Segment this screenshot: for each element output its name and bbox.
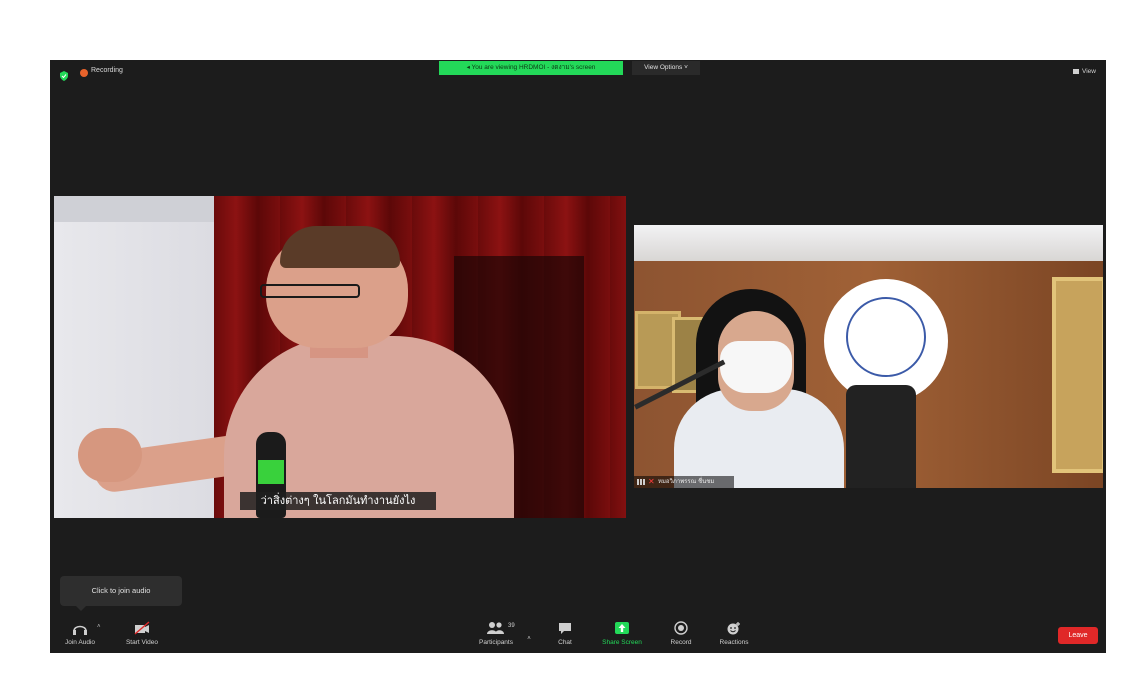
- join-audio-label: Join Audio: [65, 639, 95, 646]
- chat-label: Chat: [558, 639, 572, 646]
- office-chair: [846, 385, 916, 488]
- portrait-frame-right: [1052, 277, 1103, 473]
- recording-label: Recording: [91, 67, 123, 74]
- zoom-meeting-window: Recording ◂ You are viewing HRDMOI - งดง…: [50, 60, 1106, 653]
- viewing-screen-banner: ◂ You are viewing HRDMOI - งดงาม's scree…: [439, 61, 623, 75]
- record-dot-icon: [80, 69, 88, 77]
- people-icon: [487, 622, 504, 634]
- view-options-label: View Options: [644, 64, 683, 71]
- chevron-up-icon[interactable]: ˄: [97, 624, 101, 630]
- smiley-plus-icon: [727, 622, 740, 635]
- record-button[interactable]: Record: [662, 621, 700, 646]
- participant-name-tag: ✕ หมอวิภาพรรณ ชื่นชม: [634, 476, 734, 488]
- shield-icon[interactable]: [59, 68, 69, 81]
- face-mask: [720, 341, 792, 393]
- leave-label: Leave: [1068, 632, 1088, 639]
- shared-screen-video: ว่าสิ่งต่างๆ ในโลกมันทำงานยังไง: [54, 196, 626, 518]
- view-button[interactable]: View: [1073, 68, 1096, 75]
- share-screen-button[interactable]: Share Screen: [596, 621, 648, 646]
- start-video-label: Start Video: [125, 639, 159, 646]
- record-label: Record: [670, 639, 692, 646]
- participant-video-tile[interactable]: ✕ หมอวิภาพรรณ ชื่นชม: [634, 225, 1103, 488]
- signal-bars-icon: [637, 479, 645, 485]
- ministry-seal-ring: [846, 297, 926, 377]
- projection-screen-top: [54, 196, 224, 222]
- viewing-banner-text: You are viewing HRDMOI - งดงาม's screen: [471, 64, 596, 71]
- start-video-button[interactable]: Start Video: [118, 621, 166, 646]
- tooltip-arrow: [76, 606, 86, 611]
- video-subtitle: ว่าสิ่งต่างๆ ในโลกมันทำงานยังไง: [240, 492, 436, 510]
- leave-button[interactable]: Leave: [1058, 627, 1098, 644]
- top-bar: Recording ◂ You are viewing HRDMOI - งดง…: [50, 60, 1106, 82]
- headphones-icon: [73, 625, 87, 635]
- chat-bubble-icon: [559, 623, 571, 634]
- chevron-up-icon: ˄: [527, 636, 531, 642]
- chevron-down-icon: ˅: [684, 64, 688, 71]
- office-ceiling: [634, 225, 1103, 261]
- chat-button[interactable]: Chat: [550, 621, 580, 646]
- view-options-button[interactable]: View Options ˅: [632, 61, 700, 75]
- participants-menu-caret[interactable]: ˄: [524, 627, 534, 645]
- reactions-button[interactable]: Reactions: [712, 621, 756, 646]
- join-audio-tooltip: Click to join audio: [60, 576, 182, 606]
- speaker-hair: [280, 226, 400, 268]
- video-off-icon: [134, 621, 150, 635]
- participants-count: 39: [508, 623, 515, 629]
- participant-name: หมอวิภาพรรณ ชื่นชม: [658, 478, 715, 485]
- share-arrow-icon: [615, 622, 629, 634]
- grid-view-icon: [1073, 68, 1080, 74]
- record-icon: [674, 621, 688, 635]
- participants-label: Participants: [479, 639, 513, 646]
- view-label: View: [1082, 68, 1096, 75]
- reactions-label: Reactions: [719, 639, 749, 646]
- speaker-hand: [78, 428, 142, 482]
- mic-muted-icon: ✕: [648, 477, 655, 486]
- meeting-toolbar: ˄ Join Audio Start Video 39 Participants…: [50, 615, 1106, 653]
- microphone-band: [258, 460, 284, 484]
- join-audio-button[interactable]: ˄ Join Audio: [59, 621, 101, 646]
- share-screen-label: Share Screen: [602, 639, 642, 646]
- tooltip-text: Click to join audio: [91, 586, 151, 595]
- speaker-glasses: [260, 284, 360, 298]
- participants-button[interactable]: 39 Participants: [472, 621, 520, 646]
